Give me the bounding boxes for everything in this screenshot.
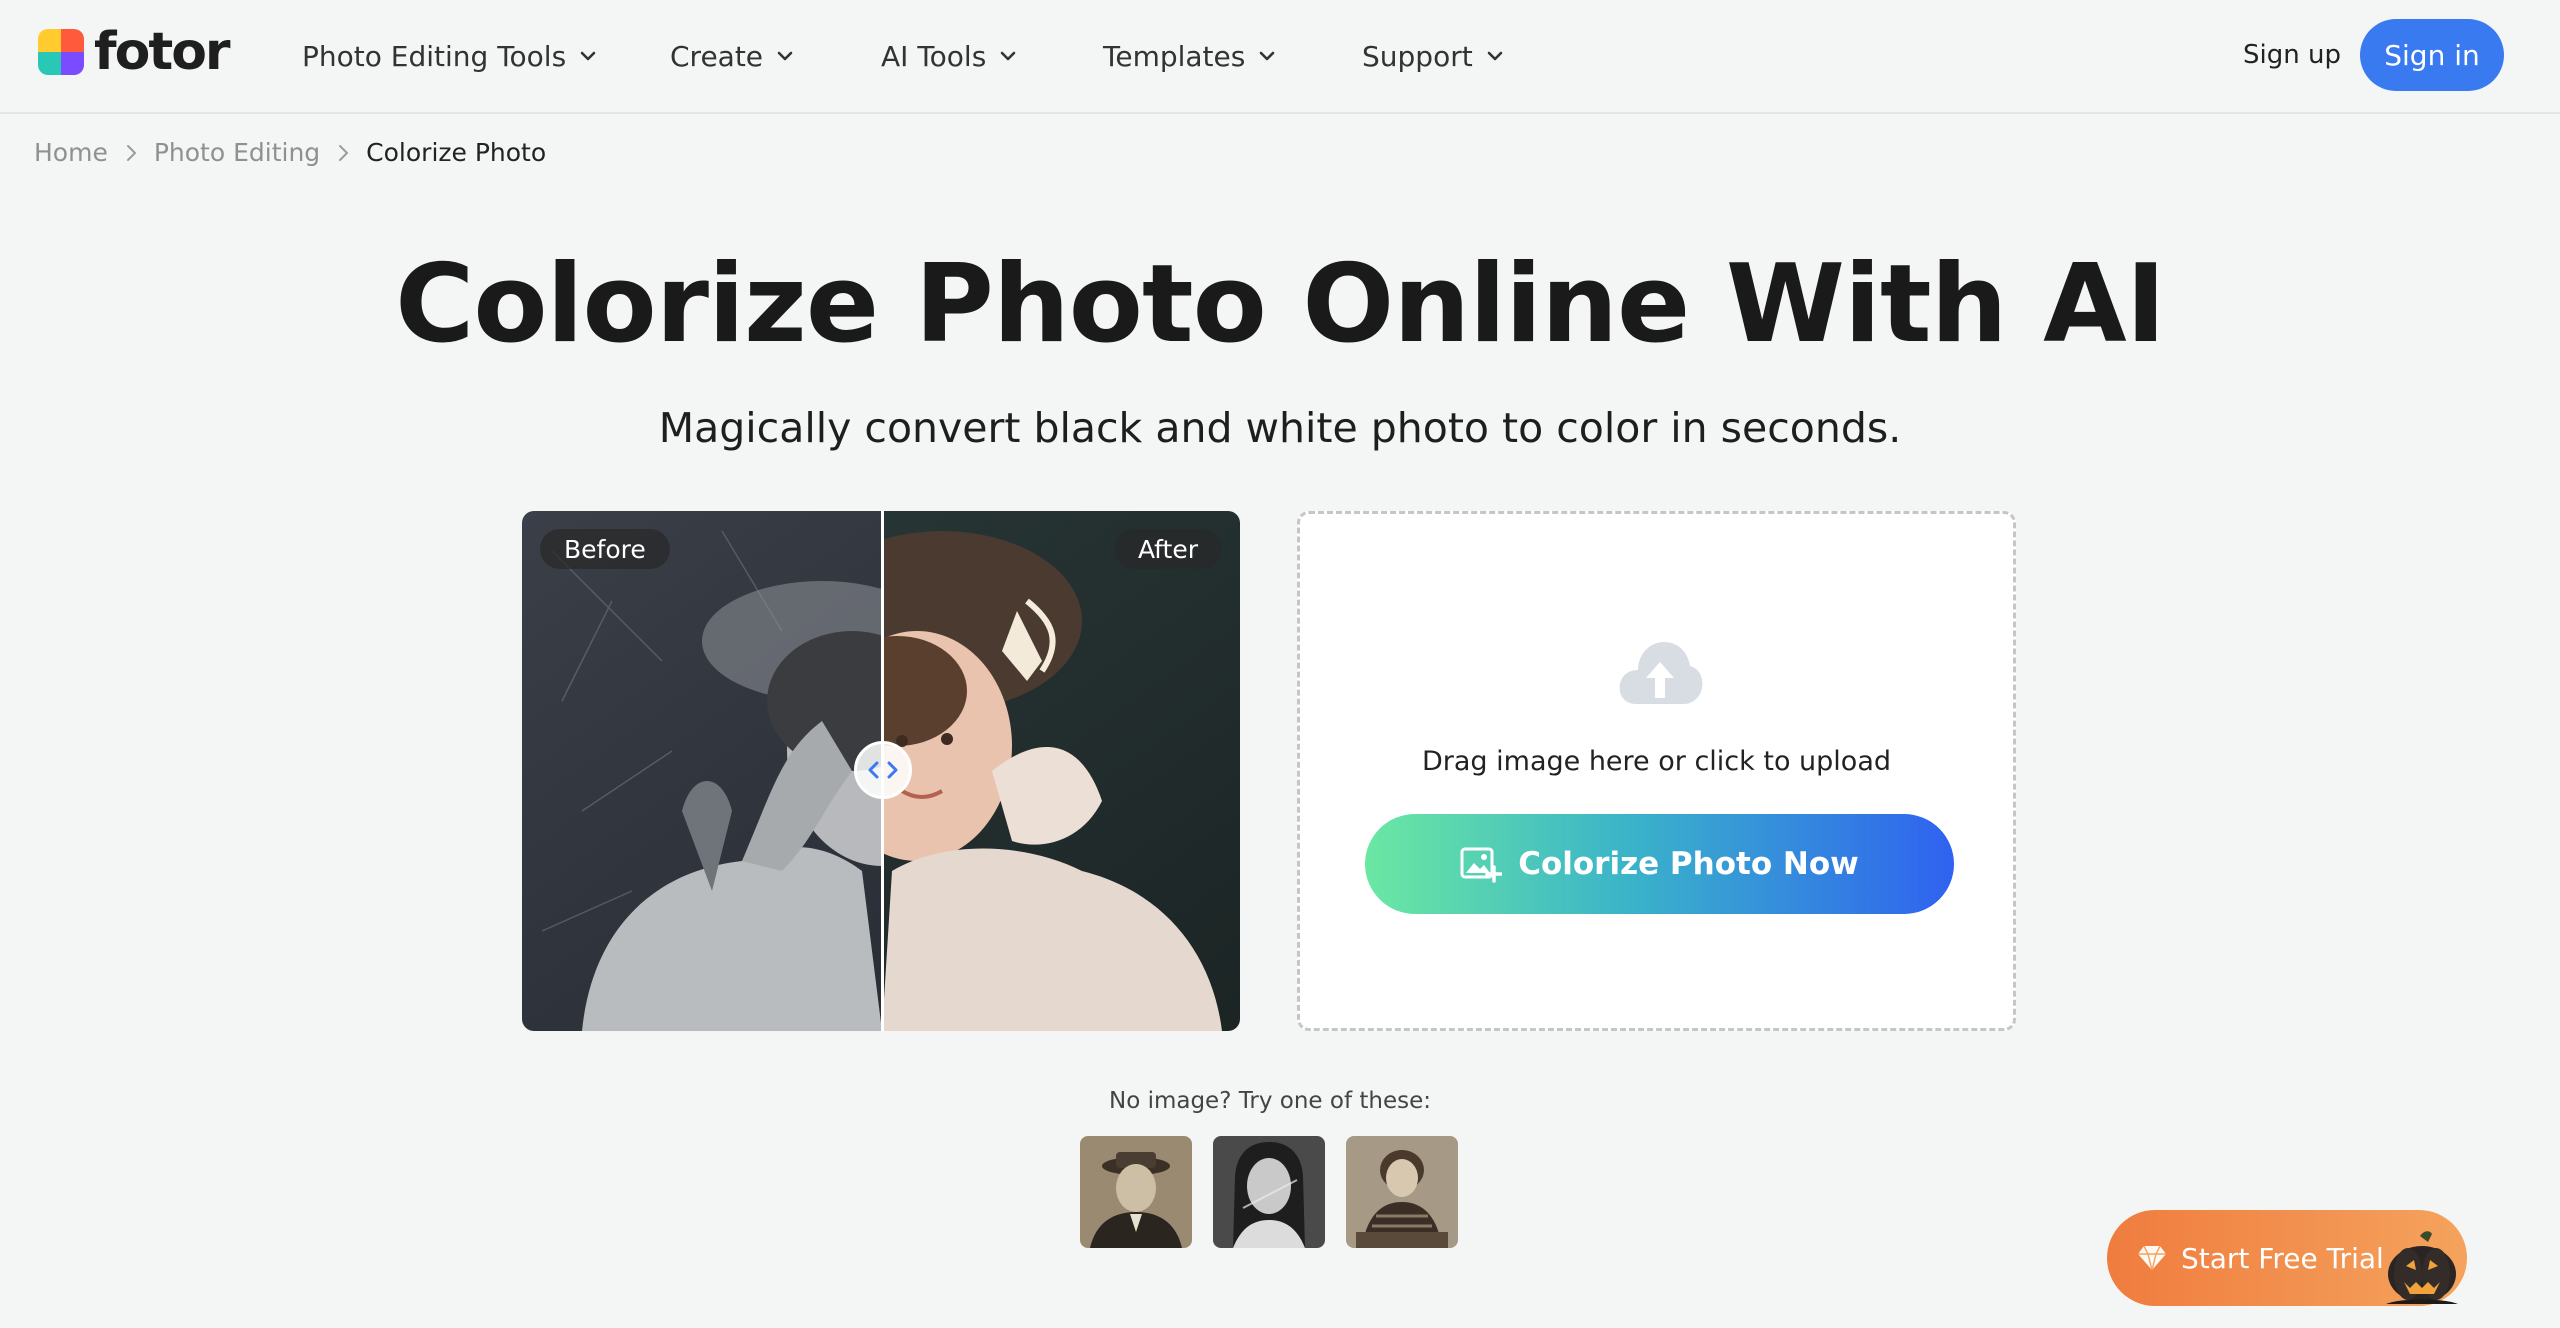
cta-label: Colorize Photo Now [1518, 846, 1859, 882]
sample-image-girl-dress[interactable] [1346, 1136, 1458, 1248]
nav-create[interactable]: Create [670, 0, 795, 112]
nav-label: AI Tools [881, 39, 987, 73]
nav-label: Photo Editing Tools [302, 39, 567, 73]
pumpkin-icon [2386, 1231, 2458, 1304]
logo-icon [38, 29, 84, 75]
nav-photo-editing-tools[interactable]: Photo Editing Tools [302, 0, 598, 112]
page-title: Colorize Photo Online With AI [395, 242, 2166, 367]
sign-in-button[interactable]: Sign in [2360, 19, 2504, 91]
chevron-right-icon [339, 144, 349, 161]
nav-label: Templates [1103, 39, 1246, 73]
chevron-down-icon [1487, 51, 1502, 61]
nav-label: Create [670, 39, 764, 73]
upload-dropzone[interactable]: Drag image here or click to upload Color… [1297, 511, 2016, 1031]
diamond-icon [2138, 1245, 2166, 1271]
before-after-comparison[interactable]: Before After [522, 511, 1240, 1031]
upload-instructions: Drag image here or click to upload [1421, 746, 1892, 777]
sign-up-link[interactable]: Sign up [2243, 40, 2341, 70]
breadcrumb: Home Photo Editing Colorize Photo [34, 138, 546, 167]
breadcrumb-photo-editing[interactable]: Photo Editing [154, 138, 320, 167]
sample-images-label: No image? Try one of these: [1108, 1088, 1431, 1114]
breadcrumb-home[interactable]: Home [34, 138, 108, 167]
after-label: After [1113, 529, 1222, 569]
comparison-slider-handle[interactable] [854, 741, 912, 799]
sample-thumbnail [1080, 1136, 1192, 1248]
fotor-logo[interactable]: fotor [38, 22, 231, 82]
colorize-photo-now-button[interactable]: Colorize Photo Now [1365, 814, 1954, 914]
cloud-upload-icon [1619, 642, 1703, 704]
nav-templates[interactable]: Templates [1103, 0, 1277, 112]
nav-support[interactable]: Support [1362, 0, 1505, 112]
nav-label: Support [1362, 39, 1473, 73]
breadcrumb-current: Colorize Photo [366, 138, 547, 167]
sample-thumbnail [1213, 1136, 1325, 1248]
before-label: Before [540, 529, 670, 569]
nav-ai-tools[interactable]: AI Tools [881, 0, 1018, 112]
logo-text: fotor [94, 22, 231, 82]
sample-image-woman-portrait[interactable] [1213, 1136, 1325, 1248]
trial-label: Start Free Trial [2181, 1241, 2384, 1275]
sample-thumbnail [1346, 1136, 1458, 1248]
sample-image-man-hat[interactable] [1080, 1136, 1192, 1248]
chevron-down-icon [580, 51, 596, 61]
add-image-icon [1460, 847, 1503, 883]
page-subtitle: Magically convert black and white photo … [658, 404, 1902, 452]
arrows-left-right-icon [868, 761, 898, 779]
chevron-down-icon [1000, 51, 1016, 61]
site-header: fotor Photo Editing Tools Create AI Tool… [0, 0, 2560, 114]
chevron-down-icon [1260, 51, 1275, 61]
chevron-right-icon [126, 144, 136, 161]
chevron-down-icon [777, 51, 793, 61]
